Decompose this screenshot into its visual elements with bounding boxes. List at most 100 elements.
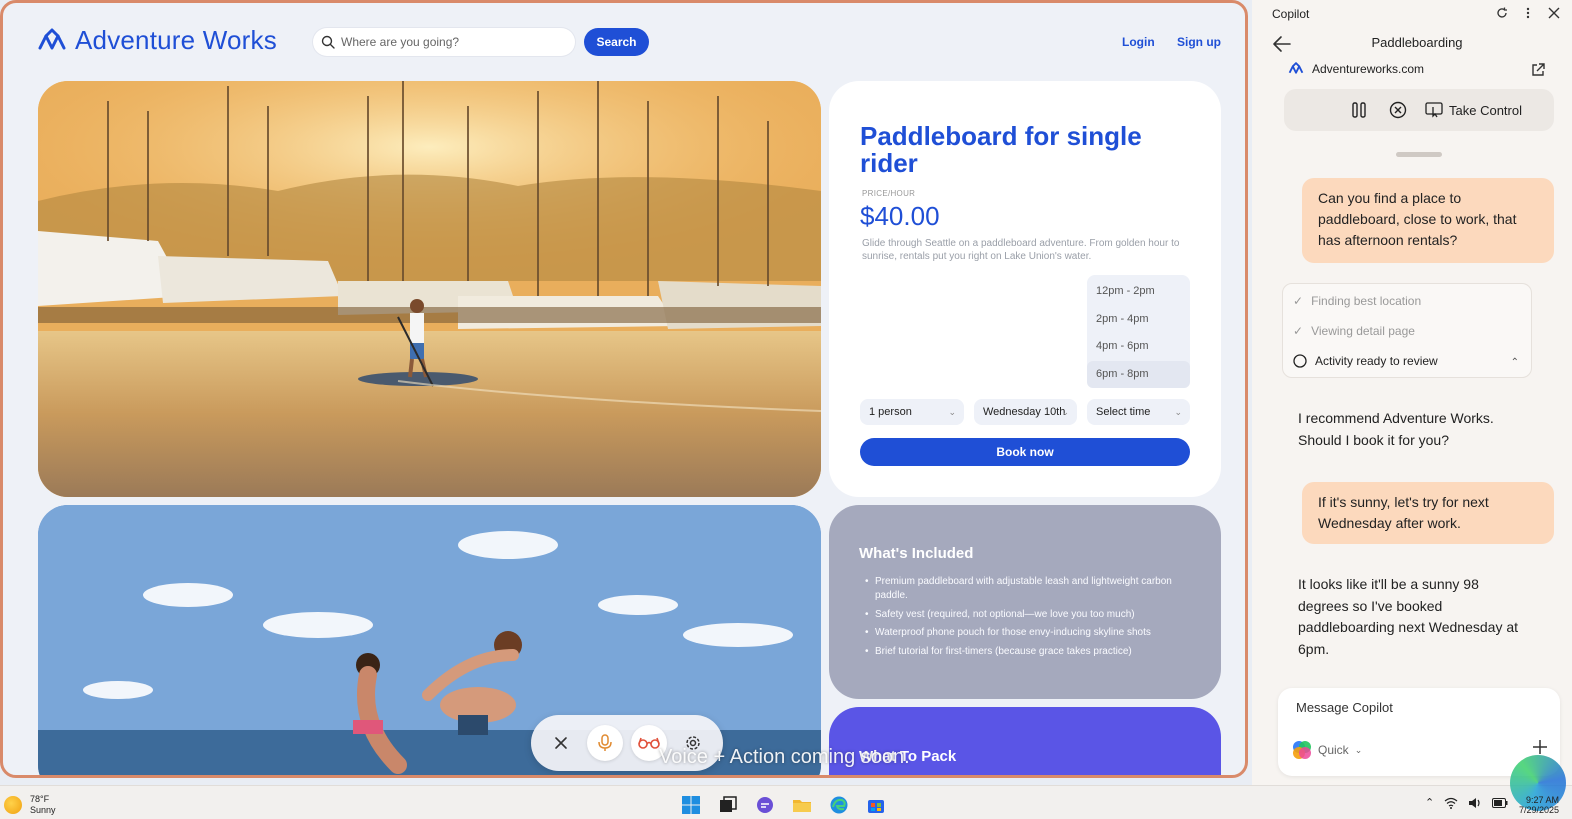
system-tray: ⌃ bbox=[1425, 796, 1508, 809]
stop-circle-icon bbox=[1389, 101, 1407, 119]
time-dropdown-list: 12pm - 2pm 2pm - 4pm 4pm - 6pm 6pm - 8pm bbox=[1087, 275, 1190, 388]
time-option[interactable]: 2pm - 4pm bbox=[1087, 306, 1190, 334]
browser-window: Adventure Works Search Login Sign up bbox=[0, 0, 1248, 778]
voice-caption: Voice + Action coming soon. bbox=[659, 746, 910, 768]
date-select[interactable]: Wednesday 10th ⌄ bbox=[974, 399, 1077, 425]
list-item: Brief tutorial for first-timers (because… bbox=[865, 645, 1185, 659]
weather-text: 78°F Sunny bbox=[30, 794, 56, 816]
message-input[interactable] bbox=[1296, 700, 1546, 715]
adventure-works-logo-icon bbox=[38, 28, 66, 49]
sun-icon bbox=[4, 796, 22, 814]
brand-name: Adventure Works bbox=[75, 25, 277, 55]
marina-illustration bbox=[38, 81, 821, 497]
copilot-heading: Paddleboarding bbox=[1371, 35, 1463, 50]
chevron-up-icon[interactable]: ⌃ bbox=[1425, 796, 1434, 809]
circle-icon bbox=[1293, 354, 1307, 368]
active-site: Adventureworks.com bbox=[1288, 62, 1424, 76]
product-price: $40.00 bbox=[860, 201, 940, 231]
refresh-button[interactable] bbox=[1494, 5, 1510, 21]
clock-date: 7/29/2025 bbox=[1519, 805, 1560, 815]
chevron-down-icon: ⌄ bbox=[948, 407, 956, 417]
wifi-icon[interactable] bbox=[1444, 797, 1458, 809]
weather-widget[interactable]: 78°F Sunny bbox=[4, 794, 56, 816]
copilot-app-title: Copilot bbox=[1272, 7, 1310, 21]
time-select[interactable]: Select time ⌄ bbox=[1087, 399, 1190, 425]
people-select[interactable]: 1 person ⌄ bbox=[860, 399, 964, 425]
step-item-active[interactable]: Activity ready to review bbox=[1293, 352, 1438, 370]
refresh-icon bbox=[1497, 7, 1507, 18]
plus-icon bbox=[1533, 740, 1547, 754]
close-icon bbox=[555, 737, 567, 749]
search-input[interactable] bbox=[341, 35, 561, 49]
step-label: Viewing detail page bbox=[1311, 324, 1415, 338]
pause-icon bbox=[1352, 102, 1366, 118]
whats-included-card: What's Included Premium paddleboard with… bbox=[829, 505, 1221, 699]
close-icon bbox=[1548, 7, 1560, 19]
adventure-works-logo-icon bbox=[1288, 62, 1304, 74]
book-now-button[interactable]: Book now bbox=[860, 438, 1190, 466]
checkmark-icon: ✓ bbox=[1293, 294, 1304, 308]
active-site-name: Adventureworks.com bbox=[1312, 62, 1425, 76]
list-item: Premium paddleboard with adjustable leas… bbox=[865, 575, 1185, 603]
included-list: Premium paddleboard with adjustable leas… bbox=[865, 575, 1185, 663]
checkmark-icon: ✓ bbox=[1293, 324, 1304, 338]
step-item: ✓ Viewing detail page bbox=[1293, 322, 1415, 340]
whats-included-title: What's Included bbox=[859, 545, 974, 562]
product-card: Paddleboard for single rider PRICE/HOUR … bbox=[829, 81, 1221, 497]
signup-link[interactable]: Sign up bbox=[1177, 35, 1221, 49]
more-options-button[interactable] bbox=[1520, 5, 1536, 21]
store-icon[interactable] bbox=[866, 795, 886, 815]
time-option[interactable]: 12pm - 2pm bbox=[1087, 278, 1190, 306]
mode-select-value: Quick bbox=[1318, 743, 1349, 757]
search-button[interactable]: Search bbox=[584, 28, 649, 56]
weather-condition: Sunny bbox=[30, 805, 56, 815]
time-option-highlighted[interactable]: 6pm - 8pm bbox=[1087, 360, 1190, 388]
pause-button[interactable] bbox=[1352, 100, 1366, 120]
clock-time: 9:27 AM bbox=[1526, 795, 1560, 805]
chevron-down-icon: ⌄ bbox=[1354, 744, 1363, 755]
close-panel-button[interactable] bbox=[1546, 5, 1562, 21]
product-title: Paddleboard for single rider bbox=[860, 121, 1142, 178]
weather-temp: 78°F bbox=[30, 794, 50, 804]
file-explorer-icon[interactable] bbox=[792, 795, 812, 815]
chevron-down-icon: ⌄ bbox=[1061, 407, 1069, 417]
site-header: Adventure Works Search Login Sign up bbox=[3, 3, 1245, 79]
open-external-icon[interactable] bbox=[1530, 62, 1546, 78]
search-icon bbox=[321, 35, 335, 49]
stop-button[interactable] bbox=[1389, 100, 1407, 120]
date-select-value: Wednesday 10th bbox=[983, 406, 1066, 418]
edge-browser-icon[interactable] bbox=[829, 795, 849, 815]
close-voice-button[interactable] bbox=[543, 725, 579, 761]
step-label: Activity ready to review bbox=[1315, 354, 1438, 368]
people-select-value: 1 person bbox=[869, 406, 912, 418]
login-link[interactable]: Login bbox=[1122, 35, 1155, 49]
windows-start-icon[interactable] bbox=[681, 795, 701, 815]
task-view-icon[interactable] bbox=[718, 795, 738, 815]
chat-app-icon[interactable] bbox=[755, 795, 775, 815]
product-description: Glide through Seattle on a paddleboard a… bbox=[862, 238, 1180, 262]
mode-select[interactable]: Quick ⌄ bbox=[1292, 740, 1362, 760]
hero-photo-marina bbox=[38, 81, 821, 497]
time-select-value: Select time bbox=[1096, 406, 1151, 418]
price-label: PRICE/HOUR bbox=[862, 189, 916, 198]
more-vertical-icon bbox=[1526, 7, 1530, 19]
volume-icon[interactable] bbox=[1468, 797, 1482, 809]
time-option[interactable]: 4pm - 6pm bbox=[1087, 333, 1190, 361]
taskbar-apps bbox=[681, 795, 886, 815]
battery-icon[interactable] bbox=[1492, 797, 1508, 808]
taskbar: 78°F Sunny ⌃ bbox=[0, 785, 1572, 819]
progress-steps: ✓ Finding best location ✓ Viewing detail… bbox=[1282, 283, 1532, 378]
step-label: Finding best location bbox=[1311, 294, 1422, 308]
glasses-icon bbox=[638, 737, 660, 749]
drag-handle[interactable] bbox=[1396, 152, 1442, 157]
agent-control-bar: Take Control bbox=[1284, 89, 1554, 131]
brand[interactable]: Adventure Works bbox=[37, 25, 277, 56]
taskbar-clock[interactable]: 9:27 AM 7/29/2025 bbox=[1519, 795, 1559, 815]
chevron-up-icon[interactable]: ⌃ bbox=[1511, 357, 1519, 368]
microphone-button[interactable] bbox=[587, 725, 623, 761]
search-box[interactable] bbox=[313, 28, 575, 56]
monitor-cursor-icon bbox=[1425, 102, 1443, 118]
list-item: Waterproof phone pouch for those envy-in… bbox=[865, 626, 1185, 640]
user-message: Can you find a place to paddleboard, clo… bbox=[1302, 178, 1554, 263]
take-control-button[interactable]: Take Control bbox=[1425, 100, 1522, 120]
